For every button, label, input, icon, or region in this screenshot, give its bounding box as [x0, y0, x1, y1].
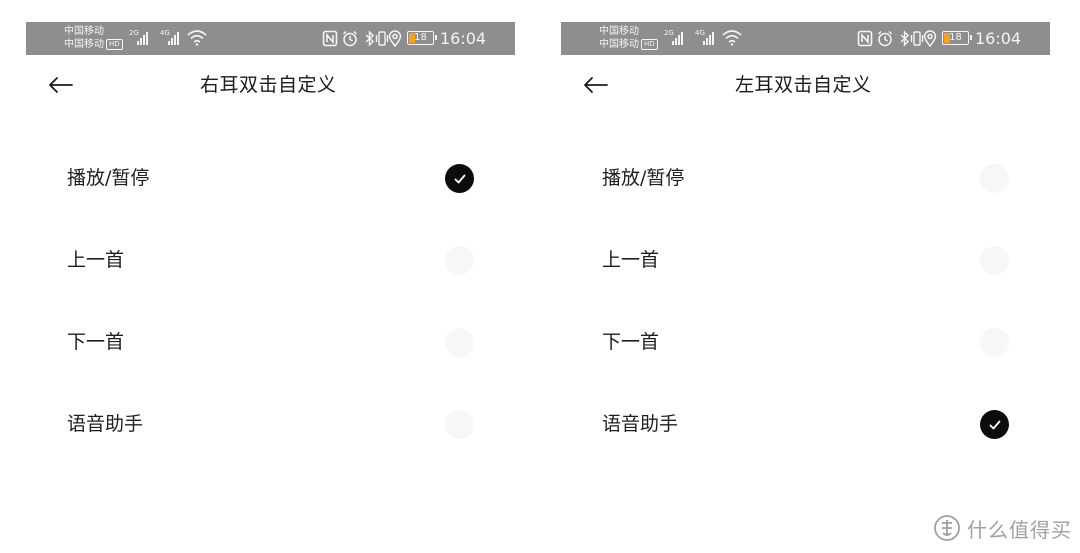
- option-label: 下一首: [602, 331, 660, 353]
- signal-icon: [672, 31, 688, 45]
- option-label: 上一首: [67, 249, 125, 271]
- page-title: 右耳双击自定义: [200, 74, 337, 96]
- option-label: 语音助手: [67, 413, 144, 435]
- option-label: 下一首: [67, 331, 125, 353]
- radio-button[interactable]: [980, 410, 1009, 439]
- option-label: 播放/暂停: [67, 167, 150, 189]
- option-label: 上一首: [602, 249, 660, 271]
- panel-right-ear: 中国移动 中国移动 HD 2G 4G 18 16:04 右耳双击自定义 播放/暂…: [26, 0, 516, 553]
- watermark-text: 什么值得买: [967, 517, 1072, 542]
- option-voice-assistant[interactable]: 语音助手: [26, 384, 515, 466]
- watermark: 什么值得买: [933, 513, 1072, 543]
- status-bar: 中国移动 中国移动 HD 2G 4G 18 16:04: [561, 22, 1050, 55]
- alarm-icon: [877, 30, 893, 47]
- signal-icon: [703, 31, 719, 45]
- nfc-icon: [857, 30, 873, 47]
- nfc-icon: [322, 30, 338, 47]
- carrier-2: 中国移动: [599, 39, 639, 50]
- option-play-pause[interactable]: 播放/暂停: [26, 138, 515, 220]
- battery-icon: 18: [407, 31, 437, 45]
- battery-icon: 18: [942, 31, 972, 45]
- battery-level: 18: [414, 32, 427, 43]
- smzdm-logo-icon: [934, 515, 960, 541]
- radio-button[interactable]: [980, 246, 1009, 275]
- app-header: 左耳双击自定义: [561, 62, 1050, 110]
- hd-badge: HD: [106, 39, 123, 50]
- option-label: 播放/暂停: [602, 167, 685, 189]
- radio-button[interactable]: [980, 164, 1009, 193]
- option-list: 播放/暂停 上一首 下一首 语音助手: [26, 138, 515, 466]
- wifi-icon: [187, 30, 207, 46]
- signal-icon: [137, 31, 153, 45]
- alarm-icon: [342, 30, 358, 47]
- carrier-info: 中国移动 中国移动 HD: [64, 25, 123, 51]
- arrow-left-icon[interactable]: [46, 72, 76, 98]
- radio-button[interactable]: [445, 410, 474, 439]
- option-label: 语音助手: [602, 413, 679, 435]
- carrier-info: 中国移动 中国移动 HD: [599, 25, 658, 51]
- radio-button[interactable]: [445, 164, 474, 193]
- option-previous-track[interactable]: 上一首: [561, 220, 1050, 302]
- option-next-track[interactable]: 下一首: [561, 302, 1050, 384]
- option-next-track[interactable]: 下一首: [26, 302, 515, 384]
- check-icon: [454, 174, 465, 183]
- battery-level: 18: [949, 32, 962, 43]
- check-icon: [989, 420, 1000, 429]
- option-voice-assistant[interactable]: 语音助手: [561, 384, 1050, 466]
- status-time: 16:04: [440, 29, 487, 48]
- status-bar: 中国移动 中国移动 HD 2G 4G 18 16:04: [26, 22, 515, 55]
- option-list: 播放/暂停 上一首 下一首 语音助手: [561, 138, 1050, 466]
- option-previous-track[interactable]: 上一首: [26, 220, 515, 302]
- panel-left-ear: 中国移动 中国移动 HD 2G 4G 18 16:04 左耳双击自定义 播放/暂…: [561, 0, 1051, 553]
- wifi-icon: [722, 30, 742, 46]
- option-play-pause[interactable]: 播放/暂停: [561, 138, 1050, 220]
- hd-badge: HD: [641, 39, 658, 50]
- radio-button[interactable]: [445, 328, 474, 357]
- page-title: 左耳双击自定义: [735, 74, 872, 96]
- location-icon: [388, 30, 402, 47]
- carrier-2: 中国移动: [64, 39, 104, 50]
- radio-button[interactable]: [445, 246, 474, 275]
- carrier-1: 中国移动: [64, 26, 104, 37]
- carrier-1: 中国移动: [599, 26, 639, 37]
- status-time: 16:04: [975, 29, 1022, 48]
- arrow-left-icon[interactable]: [581, 72, 611, 98]
- app-header: 右耳双击自定义: [26, 62, 515, 110]
- signal-icon: [168, 31, 184, 45]
- location-icon: [923, 30, 937, 47]
- radio-button[interactable]: [980, 328, 1009, 357]
